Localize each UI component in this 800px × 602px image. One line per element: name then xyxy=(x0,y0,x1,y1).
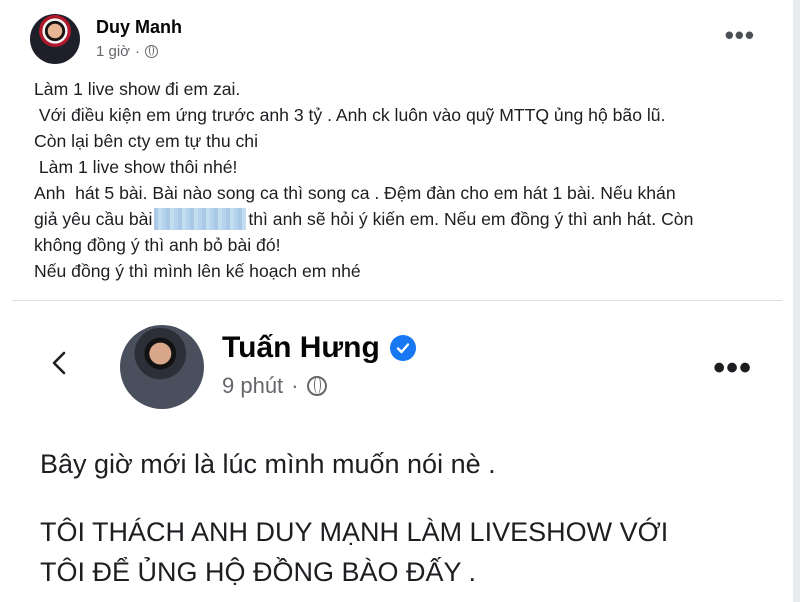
author-avatar[interactable] xyxy=(30,14,80,64)
post-card: Duy Manh 1 giờ · ••• Làm 1 live show đi … xyxy=(0,0,793,602)
post-line: giả yêu cầu bài thì anh sẽ hỏi ý kiến em.… xyxy=(34,206,779,232)
shared-text-line: TÔI THÁCH ANH DUY MẠNH LÀM LIVESHOW VỚI xyxy=(40,517,669,547)
post-line: Còn lại bên cty em tự thu chi xyxy=(34,131,258,151)
shared-meta: 9 phút · xyxy=(222,373,327,399)
shared-text-line: Bây giờ mới là lúc mình muốn nói nè . xyxy=(40,449,496,479)
post-line-part: thì anh sẽ hỏi ý kiến em. Nếu em đồng ý … xyxy=(248,209,694,229)
meta-separator: · xyxy=(291,373,299,398)
shared-author-name[interactable]: Tuấn Hưng xyxy=(222,331,380,365)
meta-separator: · xyxy=(135,43,141,60)
post-meta: 1 giờ · xyxy=(96,43,159,60)
shared-author-avatar[interactable] xyxy=(120,325,204,409)
shared-screenshot: Tuấn Hưng 9 phút · ••• Bây giờ mới là lú… xyxy=(12,300,782,602)
post-author-name[interactable]: Duy Manh xyxy=(96,17,182,38)
back-arrow-icon[interactable] xyxy=(48,351,72,375)
verified-badge-icon xyxy=(389,335,416,361)
more-options-icon[interactable]: ••• xyxy=(713,351,752,385)
shared-text-line: TÔI ĐỂ ỦNG HỘ ĐỒNG BÀO ĐẤY . xyxy=(40,557,477,587)
shared-timestamp[interactable]: 9 phút xyxy=(222,373,283,399)
shared-author-header: Tuấn Hưng xyxy=(222,331,416,365)
post-line: không đồng ý thì anh bỏ bài đó! xyxy=(34,235,281,255)
post-line-part: giả yêu cầu bài xyxy=(34,209,153,229)
post-timestamp[interactable]: 1 giờ xyxy=(96,43,130,60)
globe-icon[interactable] xyxy=(306,376,327,396)
more-options-icon[interactable]: ••• xyxy=(725,22,755,48)
post-line: Làm 1 live show thôi nhé! xyxy=(34,157,238,177)
post-line: Anh hát 5 bài. Bài nào song ca thì song … xyxy=(34,183,676,203)
redacted-text-block xyxy=(154,208,247,230)
post-line: Nếu đồng ý thì mình lên kế hoạch em nhé xyxy=(34,261,361,281)
globe-icon[interactable] xyxy=(145,45,159,58)
post-body: Làm 1 live show đi em zai. Với điều kiện… xyxy=(34,76,779,284)
post-line: Làm 1 live show đi em zai. xyxy=(34,79,241,99)
post-line: Với điều kiện em ứng trước anh 3 tỷ . An… xyxy=(34,105,666,125)
